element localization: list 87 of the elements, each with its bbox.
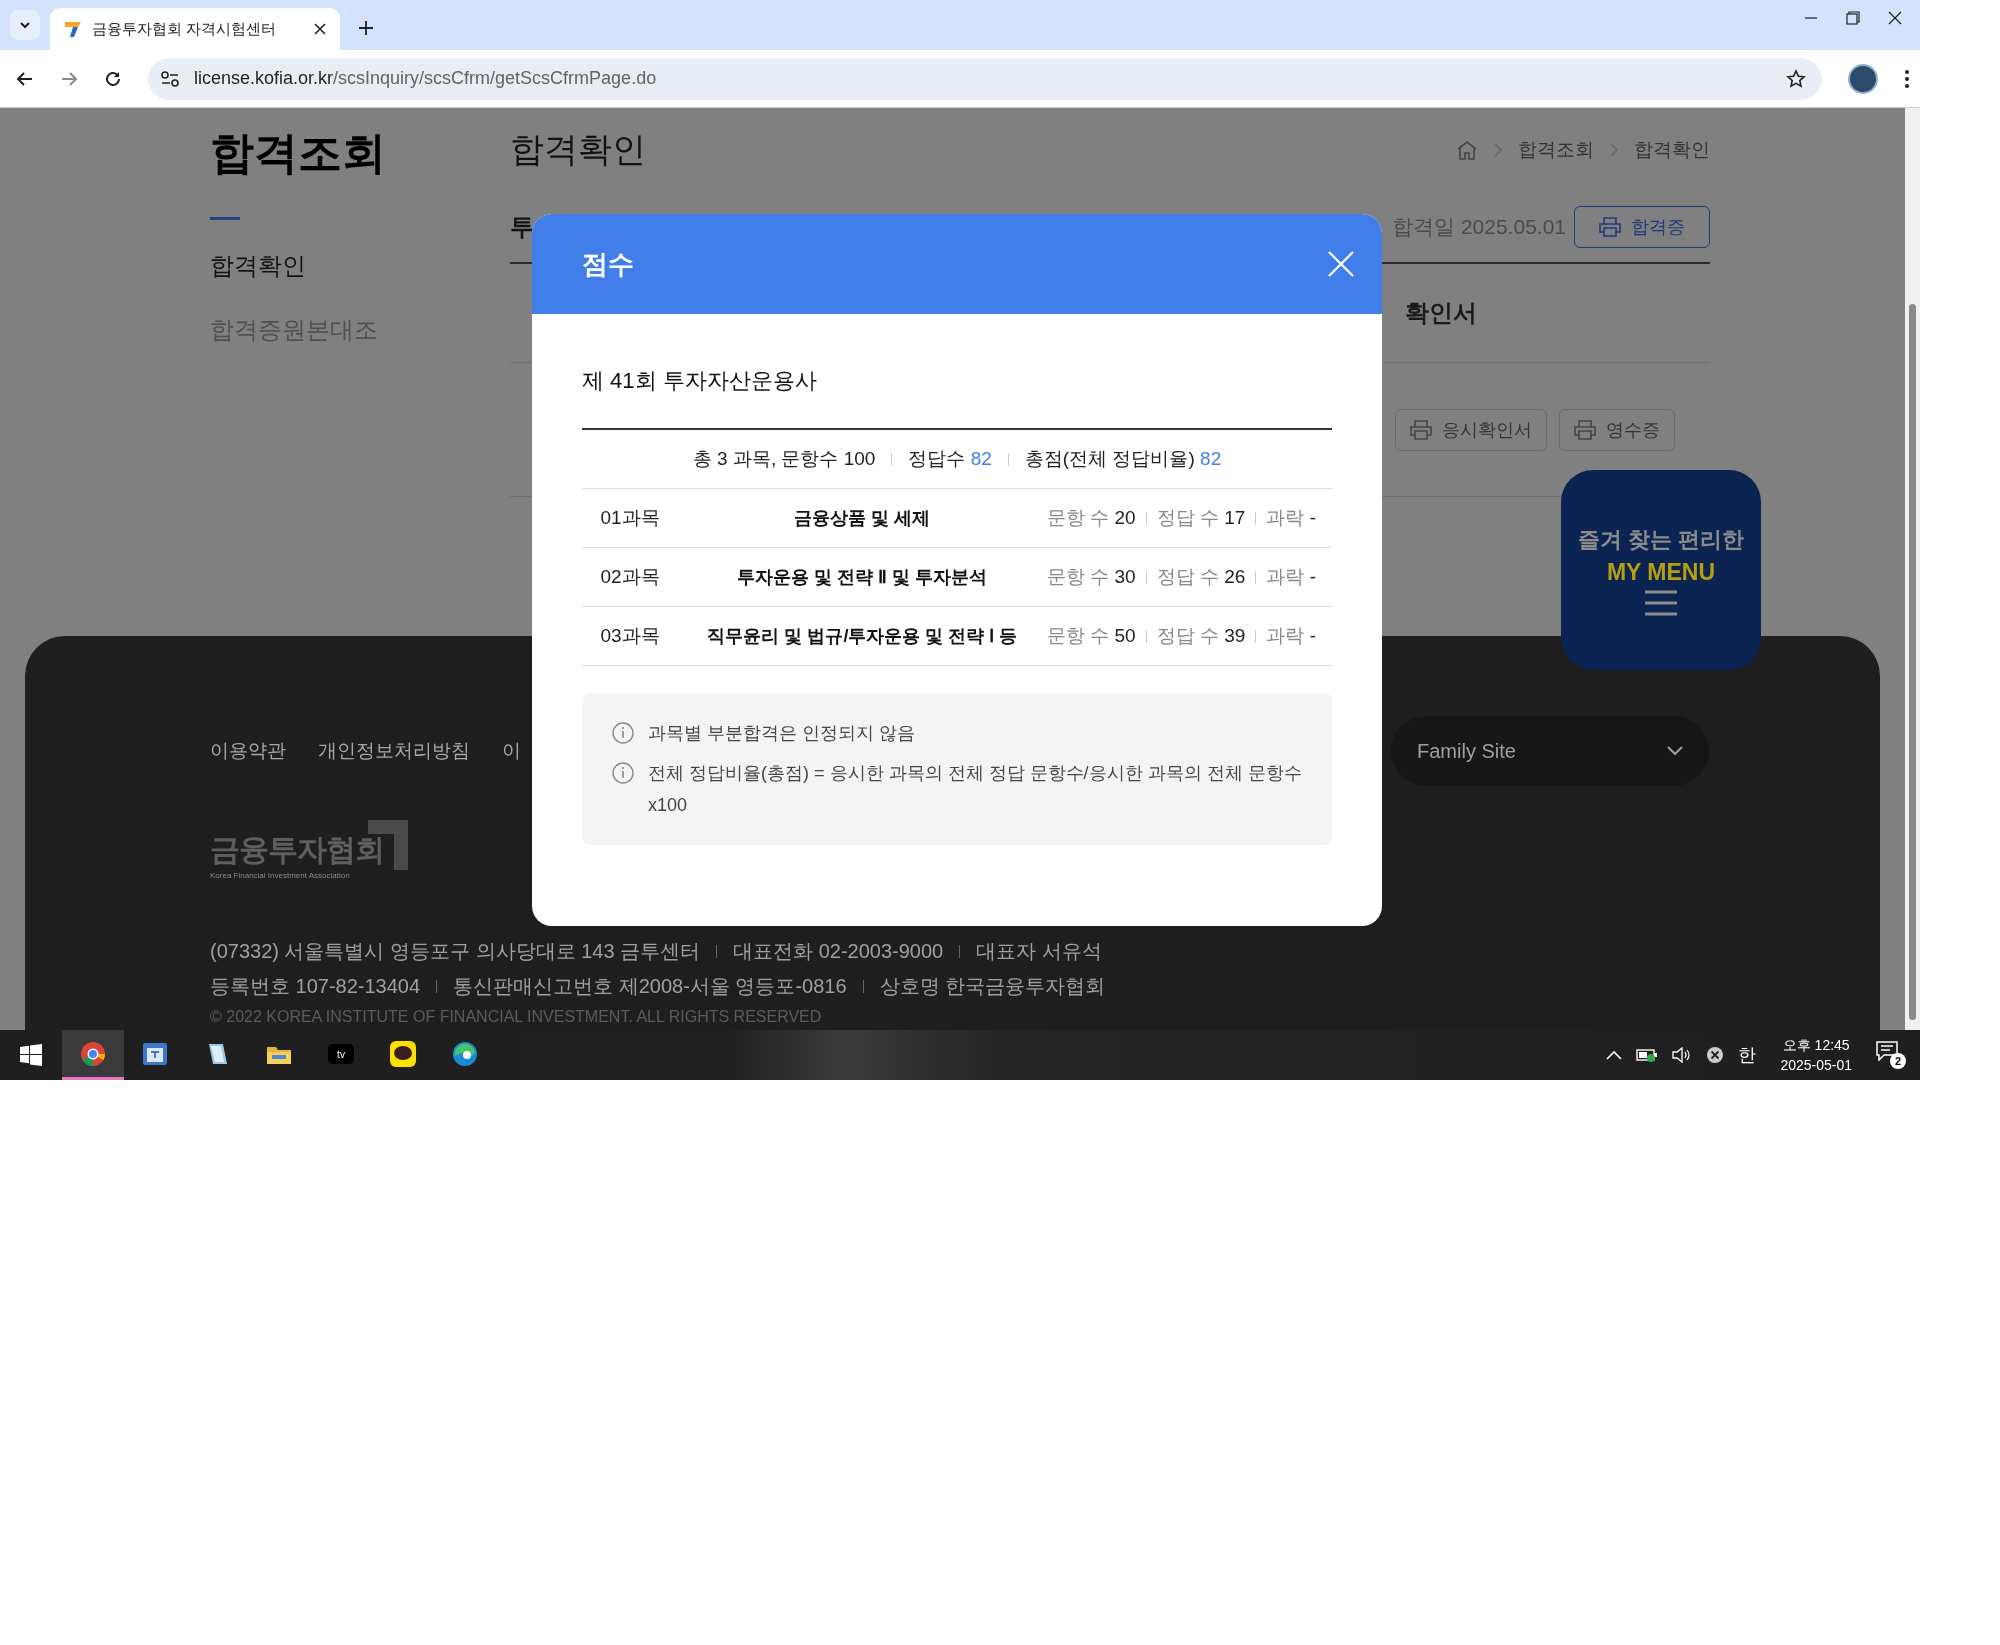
printer-icon xyxy=(1410,420,1432,440)
printer-icon xyxy=(1599,217,1621,237)
subject-stat: 문항 수 30 xyxy=(1047,565,1136,589)
subject-stat: 과락 - xyxy=(1266,624,1316,648)
subject-stat: 문항 수 50 xyxy=(1047,624,1136,648)
site-logo-icon xyxy=(64,20,82,38)
close-icon[interactable] xyxy=(314,23,326,35)
copyright: © 2022 KOREA INSTITUTE OF FINANCIAL INVESTMENT. ALL RIGHTS RESERVED xyxy=(210,1008,823,1026)
my-menu-button[interactable]: 즐겨 찾는 편리한 MY MENU xyxy=(1561,470,1761,670)
notification-count: 2 xyxy=(1890,1053,1906,1069)
company-info: 상호명 한국금융투자협회 xyxy=(879,974,1106,999)
address-bar[interactable]: license.kofia.or.kr/scsInquiry/scsCfrm/getScsCfrmPage.do xyxy=(148,57,1822,100)
page-heading: 합격확인 xyxy=(510,129,646,170)
company-info: 대표전화 02-2003-9000 xyxy=(733,939,944,964)
home-icon[interactable] xyxy=(1456,140,1478,160)
note-text: 전체 정답비율(총점) = 응시한 과목의 전체 정답 문항수/응시한 과목의 전체 문항수 x100 xyxy=(648,762,1302,817)
subject-name: 직무윤리 및 법규/투자운용 및 전략 Ⅰ 등 xyxy=(706,625,1019,648)
profile-avatar[interactable] xyxy=(1848,63,1878,94)
chevron-right-icon xyxy=(1494,143,1502,157)
new-tab-icon[interactable] xyxy=(358,20,374,36)
menu-icon[interactable] xyxy=(1904,68,1910,89)
input-method-indicator[interactable]: 한 xyxy=(1738,1043,1757,1067)
speaker-icon[interactable] xyxy=(1672,1047,1693,1063)
tab-title: 금융투자협회 자격시험센터 xyxy=(92,19,278,39)
subject-stat: 정답 수 39 xyxy=(1156,624,1246,648)
select-value: Family Site xyxy=(1417,739,1516,763)
back-icon[interactable] xyxy=(16,69,34,88)
subject-name: 금융상품 및 세제 xyxy=(793,507,932,530)
browser-tab[interactable]: 금융투자협회 자격시험센터 xyxy=(50,8,340,50)
company-info: 대표자 서유석 xyxy=(976,939,1102,964)
reload-icon[interactable] xyxy=(104,69,122,88)
site-settings-icon[interactable] xyxy=(160,69,180,88)
printer-icon xyxy=(1574,420,1596,440)
family-site-select[interactable]: Family Site xyxy=(1391,716,1709,786)
subject-stat: 과락 - xyxy=(1266,565,1316,589)
subject-name: 투자운용 및 전략 Ⅱ 및 투자분석 xyxy=(736,566,989,589)
modal-title: 점수 xyxy=(582,247,634,281)
company-info: (07332) 서울특별시 영등포구 의사당대로 143 금투센터 xyxy=(210,939,701,964)
battery-icon[interactable] xyxy=(1636,1048,1659,1062)
scrollbar[interactable] xyxy=(1905,108,1920,1030)
network-error-icon[interactable] xyxy=(1706,1046,1725,1064)
section-label: 확인서 xyxy=(1405,298,1477,328)
menu-icon xyxy=(1645,589,1677,616)
app-icon xyxy=(79,1039,107,1068)
sidebar-title: 합격조회 xyxy=(210,127,387,179)
tab-label[interactable]: 투 xyxy=(510,211,534,243)
app-icon xyxy=(451,1039,479,1068)
chevron-right-icon xyxy=(1610,143,1618,157)
my-menu-caption: 즐겨 찾는 편리한 xyxy=(1577,525,1745,554)
info-icon xyxy=(612,722,634,744)
subject-stat: 과락 - xyxy=(1266,506,1316,530)
app-icon xyxy=(389,1039,417,1068)
logo-text: 금융투자협회 xyxy=(210,832,384,868)
company-info: 등록번호 107-82-13404 xyxy=(210,974,421,999)
clock[interactable]: 오후 12:45 2025-05-01 xyxy=(1780,1035,1852,1075)
url-text: license.kofia.or.kr/scsInquiry/scsCfrm/getScsCfrmPage.do xyxy=(194,68,658,89)
close-icon[interactable] xyxy=(1888,11,1902,25)
windows-start-icon[interactable] xyxy=(20,1044,42,1066)
taskbar-app[interactable]: tv xyxy=(310,1030,372,1080)
footer-link[interactable]: 이 xyxy=(502,738,521,764)
subject-number: 03과목 xyxy=(599,624,661,648)
subject-stat: 정답 수 26 xyxy=(1156,565,1246,589)
subject-stat: 정답 수 17 xyxy=(1156,506,1246,530)
info-icon xyxy=(612,762,634,784)
summary-text: 총점(전체 정답비율) 82 xyxy=(1024,447,1222,471)
forward-icon[interactable] xyxy=(60,69,78,88)
subject-stat: 문항 수 20 xyxy=(1047,506,1136,530)
restore-icon[interactable] xyxy=(1846,11,1860,25)
footer-link[interactable]: 이용약관 xyxy=(210,738,286,764)
subject-number: 01과목 xyxy=(599,506,661,530)
clock-date: 2025-05-01 xyxy=(1780,1056,1852,1075)
note-text: 과목별 부분합격은 인정되지 않음 xyxy=(648,722,915,745)
chevron-down-icon xyxy=(1667,746,1683,756)
tab-list-button[interactable] xyxy=(10,10,40,40)
notification-button[interactable]: 2 xyxy=(1876,1041,1906,1069)
company-info: 통신판매신고번호 제2008-서울 영등포-0816 xyxy=(453,974,847,999)
sidebar-item[interactable]: 합격확인 xyxy=(210,250,510,282)
chevron-up-icon[interactable] xyxy=(1606,1050,1623,1060)
exam-name: 제 41회 투자자산운용사 xyxy=(582,367,818,395)
logo-tagline: Korea Financial Investment Association xyxy=(210,871,351,880)
footer-link[interactable]: 개인정보처리방침 xyxy=(318,738,470,764)
summary-text: 총 3 과목, 문항수 100 xyxy=(692,447,876,471)
summary-text: 정답수 82 xyxy=(908,447,992,471)
subject-number: 02과목 xyxy=(599,565,661,589)
my-menu-title: MY MENU xyxy=(1606,558,1716,586)
bookmark-star-icon[interactable] xyxy=(1786,68,1806,89)
clock-time: 오후 12:45 xyxy=(1782,1036,1850,1055)
